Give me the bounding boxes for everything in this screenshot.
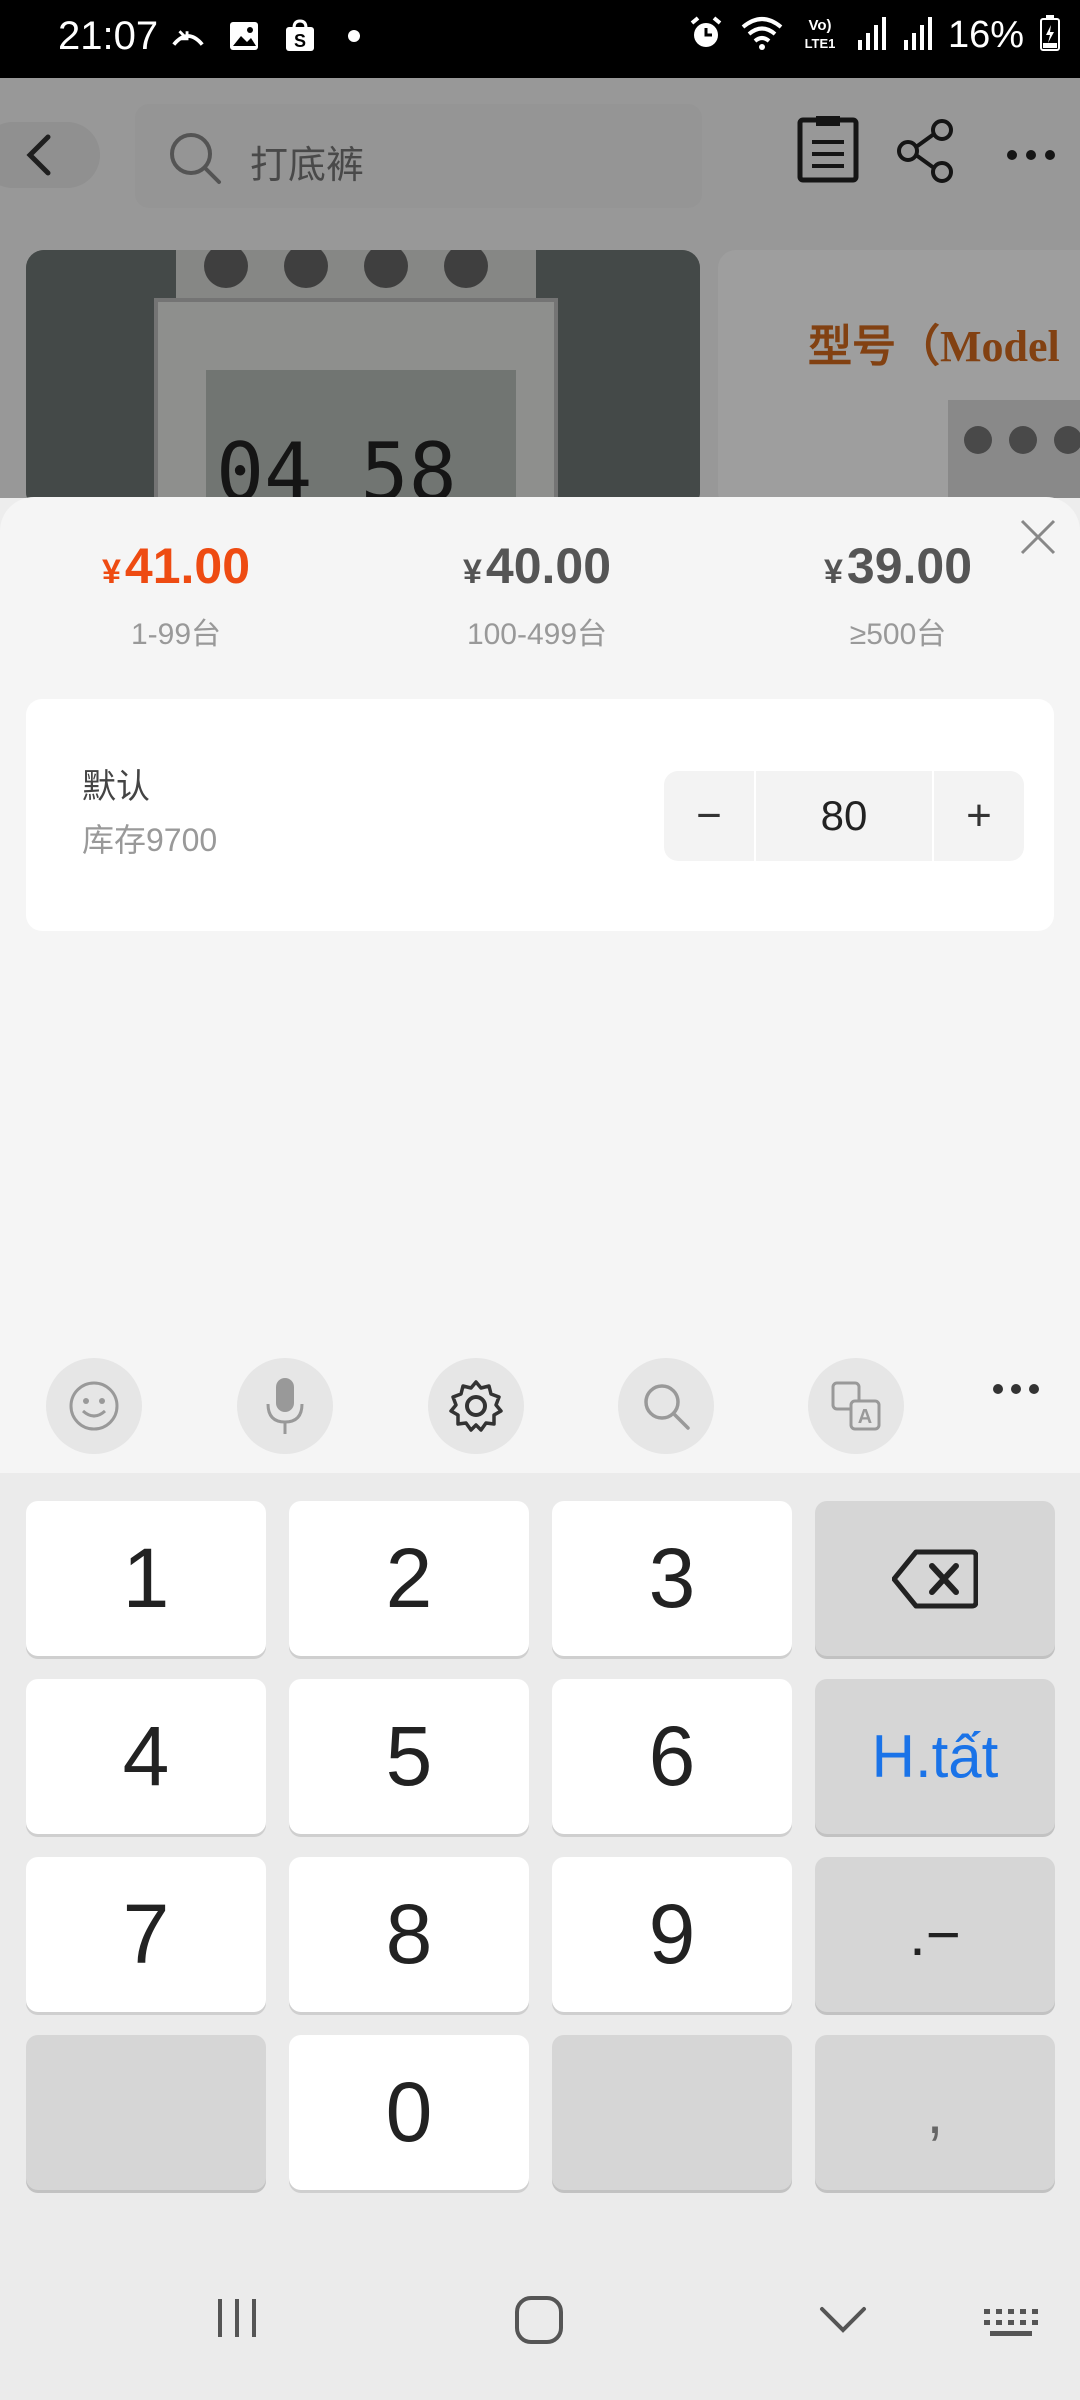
svg-text:A: A — [858, 1406, 872, 1428]
done-key[interactable]: H.tất — [815, 1679, 1055, 1834]
signal-icon — [856, 16, 886, 55]
backspace-key[interactable] — [815, 1501, 1055, 1656]
keyboard-settings-button[interactable] — [428, 1358, 524, 1454]
search-icon — [644, 1384, 690, 1430]
key-1[interactable]: 1 — [26, 1501, 266, 1656]
missed-call-icon — [170, 18, 206, 54]
key-7[interactable]: 7 — [26, 1857, 266, 2012]
backspace-icon — [892, 1549, 978, 1608]
svg-text:S: S — [294, 31, 306, 51]
decrement-button[interactable]: − — [664, 771, 754, 861]
signal-icon — [902, 16, 932, 55]
wifi-icon — [740, 15, 784, 56]
battery-percent: 16% — [947, 14, 1024, 56]
emoji-button[interactable] — [46, 1358, 142, 1454]
sku-stock: 库存9700 — [82, 822, 218, 858]
emoji-icon — [69, 1381, 119, 1431]
alarm-icon — [688, 15, 724, 56]
keyboard-icon[interactable] — [982, 2307, 1040, 2344]
translate-button[interactable]: A — [808, 1358, 904, 1454]
gallery-icon — [226, 18, 262, 54]
blank-key-right — [552, 2035, 792, 2190]
system-nav-bar — [0, 2245, 1080, 2400]
price-tier-1: ¥41.00 1-99台 — [26, 537, 326, 653]
price-tier-3: ¥39.00 ≥500台 — [748, 537, 1048, 653]
home-icon[interactable] — [514, 2295, 564, 2350]
battery-icon — [1040, 15, 1060, 56]
back-chevron-icon[interactable] — [818, 2305, 868, 2340]
key-2[interactable]: 2 — [289, 1501, 529, 1656]
quantity-stepper: − 80 + — [664, 771, 1024, 861]
tier-price: ¥40.00 — [462, 538, 612, 594]
dot-dash-key[interactable]: .− — [815, 1857, 1055, 2012]
shopee-icon: S — [282, 18, 318, 54]
svg-text:LTE1: LTE1 — [805, 36, 836, 51]
recents-icon[interactable] — [214, 2295, 260, 2346]
key-4[interactable]: 4 — [26, 1679, 266, 1834]
voice-input-button[interactable] — [237, 1358, 333, 1454]
translate-icon: A — [831, 1381, 881, 1431]
comma-key[interactable]: , — [815, 2035, 1055, 2190]
key-3[interactable]: 3 — [552, 1501, 792, 1656]
tier-range: 100-499台 — [466, 618, 608, 651]
sku-name: 默认 — [82, 768, 150, 806]
dot-icon — [348, 30, 360, 42]
sku-card: 默认 库存9700 − 80 + — [26, 699, 1054, 931]
more-icon[interactable] — [992, 1382, 1040, 1400]
tier-range: 1-99台 — [130, 618, 222, 651]
status-time: 21:07 — [58, 14, 159, 58]
numeric-keyboard: 1 2 3 4 5 6 H.tất 7 8 9 .− 0 , — [0, 1473, 1080, 2245]
tier-range: ≥500台 — [849, 618, 947, 651]
microphone-icon — [266, 1378, 304, 1434]
tier-price: ¥41.00 — [101, 538, 251, 594]
svg-text:Vo): Vo) — [808, 17, 831, 34]
key-9[interactable]: 9 — [552, 1857, 792, 2012]
tier-price: ¥39.00 — [823, 538, 973, 594]
price-tier-2: ¥40.00 100-499台 — [387, 537, 687, 653]
volte-lte-icon: Vo) LTE1 — [800, 14, 840, 57]
sku-bottom-sheet: ¥41.00 1-99台 ¥40.00 100-499台 ¥39.00 ≥500… — [0, 497, 1080, 1347]
increment-button[interactable]: + — [934, 771, 1024, 861]
key-6[interactable]: 6 — [552, 1679, 792, 1834]
key-5[interactable]: 5 — [289, 1679, 529, 1834]
settings-icon — [449, 1380, 503, 1432]
quantity-input[interactable]: 80 — [754, 771, 934, 861]
keyboard-search-button[interactable] — [618, 1358, 714, 1454]
dim-overlay[interactable] — [0, 78, 1080, 498]
keyboard-toolbar: A — [0, 1338, 1080, 1473]
key-0[interactable]: 0 — [289, 2035, 529, 2190]
key-8[interactable]: 8 — [289, 1857, 529, 2012]
status-bar: 21:07 S Vo) LTE1 16% — [0, 0, 1080, 78]
blank-key-left — [26, 2035, 266, 2190]
